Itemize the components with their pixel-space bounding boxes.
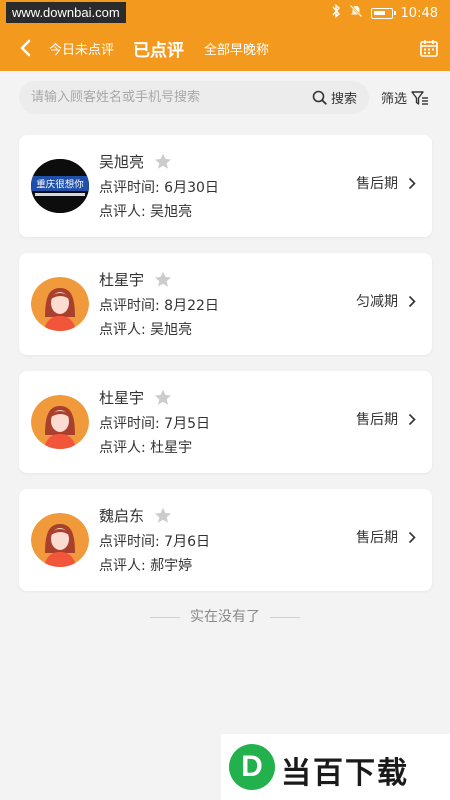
chevron-right-icon — [408, 295, 416, 307]
customer-name: 魏启东 — [99, 505, 172, 526]
search-input[interactable] — [31, 81, 301, 114]
search-box: 搜索 — [19, 81, 369, 114]
clock-time: 10:48 — [400, 5, 438, 21]
search-icon — [312, 90, 327, 105]
star-icon[interactable] — [154, 153, 172, 170]
tab-all-weighings[interactable]: 全部早晚称 — [204, 26, 269, 71]
end-of-list: 实在没有了 — [0, 606, 450, 626]
watermark-text: www.downbai.com — [6, 2, 126, 23]
review-time: 点评时间: 7月6日 — [99, 534, 210, 550]
avatar — [31, 277, 89, 331]
star-icon[interactable] — [154, 507, 172, 524]
filter-label: 筛选 — [381, 92, 408, 107]
logo-text: 当百下载 — [281, 756, 409, 791]
review-card[interactable]: 重庆很想你 吴旭亮 点评时间: 6月30日 点评人: 吴旭亮 售后期 — [19, 135, 432, 237]
review-card[interactable]: 魏启东 点评时间: 7月6日 点评人: 郝宇婷 售后期 — [19, 489, 432, 591]
stage: 售后期 — [356, 173, 416, 193]
reviewer: 点评人: 郝宇婷 — [99, 558, 193, 574]
chevron-right-icon — [408, 531, 416, 543]
watermark-logo: D 当百下载 — [221, 734, 450, 800]
back-button[interactable] — [12, 34, 38, 62]
logo-letter: D — [241, 750, 263, 783]
review-time: 点评时间: 8月22日 — [99, 298, 219, 314]
stage: 售后期 — [356, 527, 416, 547]
chevron-left-icon — [20, 39, 31, 57]
search-row: 搜索 筛选 — [0, 71, 450, 123]
divider — [150, 616, 180, 618]
customer-name: 吴旭亮 — [99, 151, 172, 172]
star-icon[interactable] — [154, 271, 172, 288]
reviewer: 点评人: 吴旭亮 — [99, 204, 193, 220]
chevron-right-icon — [408, 413, 416, 425]
battery-icon — [370, 7, 396, 19]
star-icon[interactable] — [154, 389, 172, 406]
divider — [270, 616, 300, 618]
stage: 匀减期 — [356, 291, 416, 311]
reviewer: 点评人: 吴旭亮 — [99, 322, 193, 338]
filter-icon — [411, 90, 429, 105]
mute-icon — [349, 4, 363, 22]
bluetooth-icon — [331, 4, 341, 22]
status-bar: www.downbai.com 10:48 — [0, 0, 450, 26]
avatar — [31, 513, 89, 567]
status-icons: 10:48 — [331, 4, 438, 22]
filter-button[interactable]: 筛选 — [381, 81, 429, 114]
tab-reviewed[interactable]: 已点评 — [133, 26, 184, 71]
reviewer: 点评人: 杜星宇 — [99, 440, 193, 456]
customer-name: 杜星宇 — [99, 269, 172, 290]
search-button[interactable]: 搜索 — [312, 81, 357, 114]
review-time: 点评时间: 7月5日 — [99, 416, 210, 432]
stage: 售后期 — [356, 409, 416, 429]
calendar-icon[interactable] — [420, 39, 438, 57]
review-card[interactable]: 杜星宇 点评时间: 8月22日 点评人: 吴旭亮 匀减期 — [19, 253, 432, 355]
chevron-right-icon — [408, 177, 416, 189]
tab-today-unreviewed[interactable]: 今日未点评 — [49, 26, 114, 71]
avatar-text: 重庆很想你 — [36, 179, 84, 191]
review-card[interactable]: 杜星宇 点评时间: 7月5日 点评人: 杜星宇 售后期 — [19, 371, 432, 473]
review-time: 点评时间: 6月30日 — [99, 180, 219, 196]
avatar: 重庆很想你 — [31, 159, 89, 213]
customer-name: 杜星宇 — [99, 387, 172, 408]
avatar — [31, 395, 89, 449]
search-button-label: 搜索 — [330, 92, 357, 107]
nav-bar: 今日未点评 已点评 全部早晚称 — [0, 26, 450, 71]
